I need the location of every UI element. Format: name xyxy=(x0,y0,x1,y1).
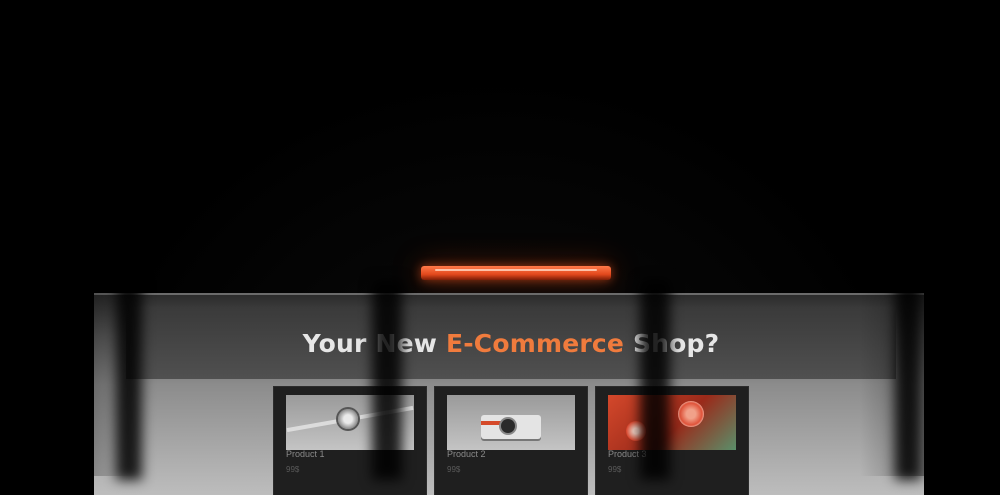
camera-icon xyxy=(447,395,575,450)
product-price: 99$ xyxy=(286,465,300,474)
product-card-2[interactable]: Product 2 99$ xyxy=(435,387,587,495)
product-name: Product 2 xyxy=(447,449,486,459)
product-price: 99$ xyxy=(447,465,461,474)
shadow-stripe xyxy=(372,280,402,480)
hero-banner: Your New E-Commerce Shop? xyxy=(126,307,896,379)
orange-light-bar xyxy=(421,266,611,280)
hero-title-accent: E-Commerce xyxy=(445,328,625,358)
grapefruit-icon xyxy=(608,395,736,450)
product-name: Product 1 xyxy=(286,449,325,459)
product-grid: Product 1 99$ Product 2 99$ Product 3 99… xyxy=(274,387,748,495)
product-price: 99$ xyxy=(608,465,622,474)
product-card-3[interactable]: Product 3 99$ xyxy=(596,387,748,495)
shadow-stripe xyxy=(895,280,921,480)
product-card-1[interactable]: Product 1 99$ xyxy=(274,387,426,495)
shadow-stripe xyxy=(116,280,142,480)
shadow-stripe xyxy=(640,280,670,480)
hero-title-part2: Shop? xyxy=(624,328,720,358)
shop-screen-preview: Your New E-Commerce Shop? Product 1 99$ … xyxy=(94,293,924,495)
